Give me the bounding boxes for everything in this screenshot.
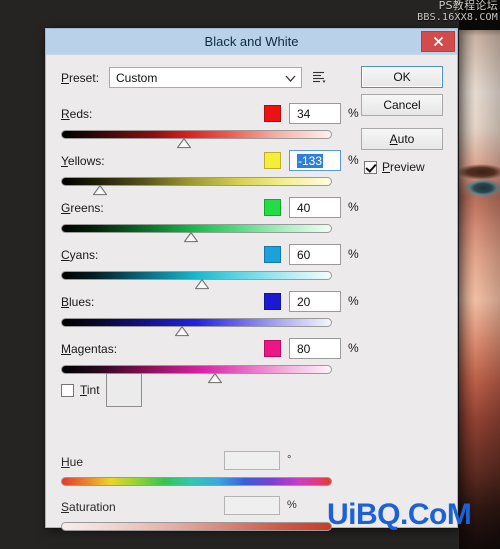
dialog-titlebar[interactable]: Black and White [46,29,457,55]
channel-slider-thumb[interactable] [184,232,199,243]
channel-header: Greens: 40% [61,197,359,218]
preset-value: Custom [116,70,158,85]
channel-slider-track[interactable] [61,130,332,149]
channel-value-text: 34 [297,106,311,121]
channel-label: Cyans: [61,247,99,262]
screen: PS教程论坛 BBS.16XX8.COM UiBQ.CoM Black and … [0,0,500,549]
preview-label: Preview [382,160,425,174]
channel-color-swatch [264,246,281,263]
channel-header: Yellows: -133% [61,150,359,171]
channel-slider-thumb[interactable] [177,138,192,149]
channel-slider-track[interactable] [61,365,332,384]
cancel-button[interactable]: Cancel [361,94,443,116]
hue-row: Hue ° [61,451,346,486]
hue-label: Hue [61,455,84,469]
channel-magentas: Magentas: 80% [61,338,359,384]
hue-slider-track[interactable] [61,477,332,486]
preset-options-icon[interactable] [311,69,328,86]
preview-checkbox-row[interactable]: Preview [364,160,425,174]
channel-header: Reds: 34% [61,103,359,124]
channel-yellows: Yellows: -133% [61,150,359,196]
channel-value-input[interactable]: 40 [289,197,341,218]
channel-slider-track[interactable] [61,318,332,337]
channel-slider-thumb[interactable] [174,326,189,337]
channel-value-input[interactable]: 60 [289,244,341,265]
saturation-unit: % [287,499,297,511]
channel-slider-track[interactable] [61,224,332,243]
channel-unit: % [348,341,359,355]
hue-input[interactable] [224,451,280,470]
channel-label: Magentas: [61,341,118,356]
saturation-row: Saturation % [61,496,346,531]
channel-reds: Reds: 34% [61,103,359,149]
channel-label: Blues: [61,294,95,309]
tint-row[interactable]: Tint [61,383,100,397]
channel-value-input[interactable]: -133 [289,150,341,171]
channel-label: Greens: [61,200,104,215]
chevron-down-icon [285,71,296,85]
tint-checkbox[interactable] [61,383,74,397]
hue-unit: ° [287,454,292,466]
channel-value-text: 80 [297,341,311,356]
channel-color-swatch [264,199,281,216]
channel-slider-thumb[interactable] [92,185,107,196]
channel-unit: % [348,106,359,120]
channel-greens: Greens: 40% [61,197,359,243]
channel-blues: Blues: 20% [61,291,359,337]
channel-value-text: 40 [297,200,311,215]
channel-header: Magentas: 80% [61,338,359,359]
dialog-body: Preset: Custom OK Cancel A uto Preview R… [46,55,457,531]
preset-label: Preset: [61,70,100,85]
channel-value-input[interactable]: 80 [289,338,341,359]
preset-row: Preset: Custom [61,67,328,88]
channel-value-text: 20 [297,294,311,309]
tint-color-swatch[interactable] [106,373,142,407]
background-portrait-photo [459,0,500,549]
channel-color-swatch [264,152,281,169]
background-photo-top-shadow [459,0,500,30]
channel-value-text: -133 [297,153,324,168]
channel-unit: % [348,294,359,308]
channel-header: Blues: 20% [61,291,359,312]
channel-unit: % [348,247,359,261]
black-and-white-dialog: Black and White Preset: Custom OK Cancel… [45,28,458,531]
channel-color-swatch [264,105,281,122]
preview-checkbox[interactable] [364,160,377,174]
saturation-input[interactable] [224,496,280,515]
dialog-title: Black and White [204,34,299,49]
saturation-slider-track[interactable] [61,522,332,531]
saturation-label: Saturation [61,500,116,514]
channel-color-swatch [264,293,281,310]
ok-button[interactable]: OK [361,66,443,88]
auto-button[interactable]: Auto [361,128,443,150]
channel-value-input[interactable]: 20 [289,291,341,312]
channel-slider-track[interactable] [61,177,332,196]
channel-slider-thumb[interactable] [194,279,209,290]
tint-label: Tint [80,383,100,397]
channel-label: Reds: [61,106,93,121]
close-icon[interactable] [421,31,455,52]
channel-header: Cyans: 60% [61,244,359,265]
channel-value-text: 60 [297,247,311,262]
channel-slider-thumb[interactable] [208,373,223,384]
channel-cyans: Cyans: 60% [61,244,359,290]
channel-color-swatch [264,340,281,357]
preset-dropdown[interactable]: Custom [109,67,302,88]
channel-unit: % [348,153,359,167]
channel-value-input[interactable]: 34 [289,103,341,124]
channel-slider-track[interactable] [61,271,332,290]
channel-unit: % [348,200,359,214]
channel-label: Yellows: [61,153,105,168]
